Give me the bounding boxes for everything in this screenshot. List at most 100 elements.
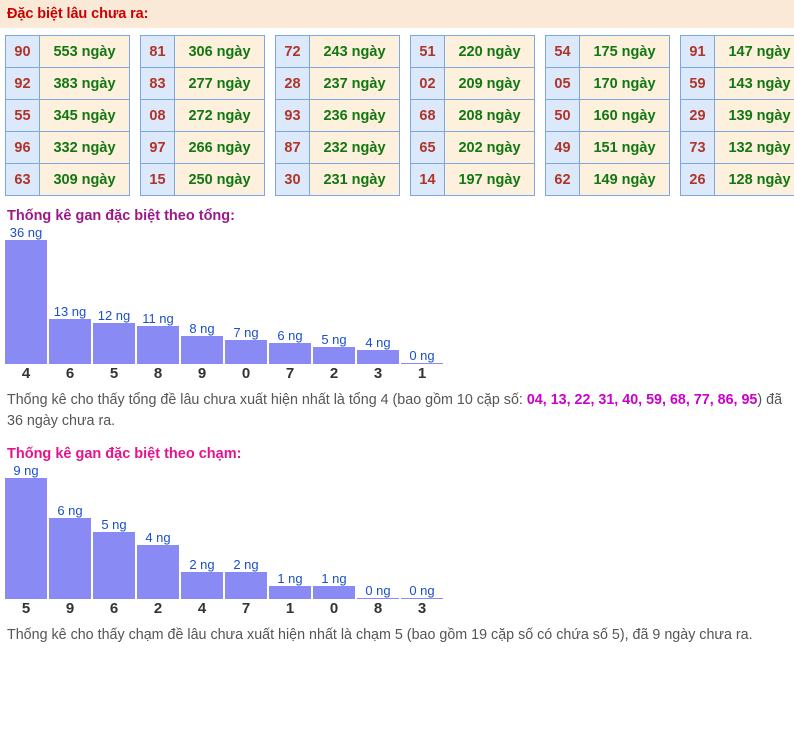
chart-bar-value-label: 13 ng <box>53 304 87 319</box>
gan-days-cell: 132 ngày <box>715 132 794 163</box>
chart-bar-group: 2 ng 7 <box>225 462 267 618</box>
chart-bar-wrapper: 8 ng <box>181 224 223 364</box>
gan-days-cell: 149 ngày <box>580 164 669 195</box>
table-row[interactable]: 72 243 ngày <box>276 36 399 68</box>
table-row[interactable]: 81 306 ngày <box>141 36 264 68</box>
table-row[interactable]: 15 250 ngày <box>141 164 264 196</box>
table-row[interactable]: 05 170 ngày <box>546 68 669 100</box>
gan-number-cell: 54 <box>546 36 580 67</box>
gan-number-cell: 83 <box>141 68 175 99</box>
section-heading-cham: Thống kê gan đặc biệt theo chạm: <box>7 446 242 462</box>
table-row[interactable]: 02 209 ngày <box>411 68 534 100</box>
page-header-band: Đặc biệt lâu chưa ra: <box>0 0 794 28</box>
chart-x-tick-label: 1 <box>285 600 295 617</box>
gan-days-cell: 306 ngày <box>175 36 264 67</box>
gan-days-cell: 277 ngày <box>175 68 264 99</box>
chart-bar-wrapper: 2 ng <box>225 462 267 599</box>
table-row[interactable]: 65 202 ngày <box>411 132 534 164</box>
table-row[interactable]: 83 277 ngày <box>141 68 264 100</box>
chart-bar <box>313 586 355 599</box>
table-row[interactable]: 62 149 ngày <box>546 164 669 196</box>
table-row[interactable]: 49 151 ngày <box>546 132 669 164</box>
chart-bar-value-label: 6 ng <box>277 328 303 343</box>
chart-gan-theo-tong: 36 ng 4 13 ng 6 12 ng 5 11 ng 8 8 ng 9 7 ng 0 6 ng 7 5… <box>0 224 794 383</box>
chart-bar-group: 7 ng 0 <box>225 224 267 383</box>
chart-bar-value-label: 0 ng <box>409 348 435 363</box>
chart-bar <box>313 347 355 364</box>
table-row[interactable]: 68 208 ngày <box>411 100 534 132</box>
chart-x-tick-label: 6 <box>109 600 119 617</box>
gan-days-cell: 160 ngày <box>580 100 669 131</box>
chart-bar-value-label: 5 ng <box>101 517 127 532</box>
table-row[interactable]: 91 147 ngày <box>681 36 794 68</box>
chart-bar-wrapper: 4 ng <box>357 224 399 364</box>
gan-table-column: 54 175 ngày 05 170 ngày 50 160 ngày 49 151 ngày… <box>545 35 670 196</box>
chart-bar <box>137 326 179 364</box>
chart-x-tick-label: 3 <box>417 600 427 617</box>
chart-bar-value-label: 9 ng <box>13 463 39 478</box>
chart-bar-group: 9 ng 5 <box>5 462 47 618</box>
gan-number-cell: 08 <box>141 100 175 131</box>
gan-days-cell: 553 ngày <box>40 36 129 67</box>
gan-number-cell: 63 <box>6 164 40 195</box>
table-row[interactable]: 08 272 ngày <box>141 100 264 132</box>
chart-bar <box>225 340 267 364</box>
chart-gan-theo-cham: 9 ng 5 6 ng 9 5 ng 6 4 ng 2 2 ng 4 2 ng 7 1 ng 1 1 ng 0… <box>0 462 794 618</box>
gan-number-cell: 02 <box>411 68 445 99</box>
gan-number-cell: 55 <box>6 100 40 131</box>
gan-number-cell: 72 <box>276 36 310 67</box>
table-row[interactable]: 63 309 ngày <box>6 164 129 196</box>
table-row[interactable]: 87 232 ngày <box>276 132 399 164</box>
chart-bar-wrapper: 0 ng <box>357 462 399 599</box>
gan-number-cell: 81 <box>141 36 175 67</box>
chart-bar-group: 2 ng 4 <box>181 462 223 618</box>
table-row[interactable]: 59 143 ngày <box>681 68 794 100</box>
gan-days-cell: 232 ngày <box>310 132 399 163</box>
chart-bar <box>181 572 223 599</box>
page-title: Đặc biệt lâu chưa ra: <box>7 6 149 22</box>
table-row[interactable]: 30 231 ngày <box>276 164 399 196</box>
chart-x-tick-label: 0 <box>241 365 251 382</box>
chart-bar-group: 0 ng 1 <box>401 224 443 383</box>
table-row[interactable]: 26 128 ngày <box>681 164 794 196</box>
gan-number-cell: 49 <box>546 132 580 163</box>
table-row[interactable]: 96 332 ngày <box>6 132 129 164</box>
table-row[interactable]: 54 175 ngày <box>546 36 669 68</box>
gan-number-cell: 96 <box>6 132 40 163</box>
table-row[interactable]: 55 345 ngày <box>6 100 129 132</box>
table-row[interactable]: 97 266 ngày <box>141 132 264 164</box>
gan-days-cell: 208 ngày <box>445 100 534 131</box>
gan-days-cell: 220 ngày <box>445 36 534 67</box>
table-row[interactable]: 14 197 ngày <box>411 164 534 196</box>
table-row[interactable]: 90 553 ngày <box>6 36 129 68</box>
chart-x-tick-label: 5 <box>109 365 119 382</box>
gan-table-column: 51 220 ngày 02 209 ngày 68 208 ngày 65 202 ngày… <box>410 35 535 196</box>
chart-x-tick-label: 7 <box>241 600 251 617</box>
chart-bar-group: 1 ng 1 <box>269 462 311 618</box>
table-row[interactable]: 93 236 ngày <box>276 100 399 132</box>
gan-number-cell: 91 <box>681 36 715 67</box>
paragraph-tong-pre: Thống kê cho thấy tổng đề lâu chưa xuất … <box>7 392 527 408</box>
chart-bar-group: 11 ng 8 <box>137 224 179 383</box>
gan-days-cell: 345 ngày <box>40 100 129 131</box>
chart-bar <box>93 323 135 364</box>
gan-number-cell: 65 <box>411 132 445 163</box>
table-row[interactable]: 73 132 ngày <box>681 132 794 164</box>
chart-bar-wrapper: 6 ng <box>49 462 91 599</box>
chart-bar-group: 12 ng 5 <box>93 224 135 383</box>
table-row[interactable]: 50 160 ngày <box>546 100 669 132</box>
paragraph-tong-numbers: 04, 13, 22, 31, 40, 59, 68, 77, 86, 95 <box>526 392 758 408</box>
chart-bar-group: 5 ng 6 <box>93 462 135 618</box>
chart-bar-wrapper: 5 ng <box>93 462 135 599</box>
chart-x-tick-label: 4 <box>21 365 31 382</box>
table-row[interactable]: 28 237 ngày <box>276 68 399 100</box>
chart-bar-value-label: 7 ng <box>233 325 259 340</box>
chart-bar-group: 36 ng 4 <box>5 224 47 383</box>
chart-bar-wrapper: 13 ng <box>49 224 91 364</box>
table-row[interactable]: 29 139 ngày <box>681 100 794 132</box>
chart-bar <box>49 319 91 364</box>
chart-x-tick-label: 8 <box>373 600 383 617</box>
table-row[interactable]: 92 383 ngày <box>6 68 129 100</box>
gan-number-cell: 62 <box>546 164 580 195</box>
table-row[interactable]: 51 220 ngày <box>411 36 534 68</box>
